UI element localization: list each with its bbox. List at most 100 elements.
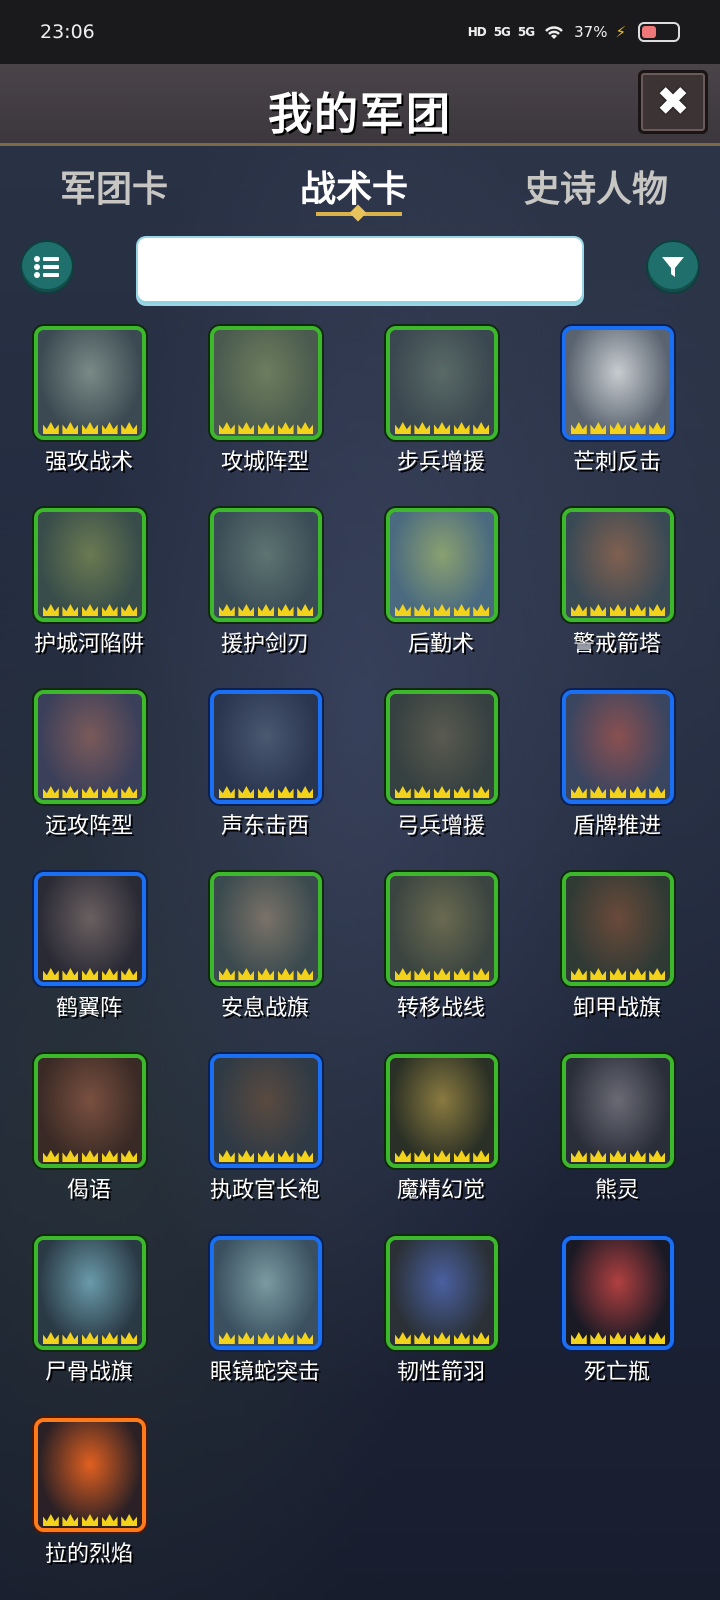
filter-button[interactable] [646,240,700,294]
crown-icon [238,786,255,798]
crown-icon [277,968,294,980]
crown-icon [473,968,490,980]
crown-icon [101,604,118,616]
crown-rating [390,780,494,800]
card-thumbnail [34,872,146,986]
card-label: 拉的烈焰 [44,1542,133,1567]
crown-rating [566,598,670,618]
tactic-card[interactable]: 芒刺反击 [542,320,692,480]
crown-icon [473,1332,490,1344]
signal-icon: 5G [493,25,511,39]
crown-icon [590,604,607,616]
crown-icon [218,1150,235,1162]
tactic-card[interactable]: 死亡瓶 [542,1230,692,1390]
hd-icon: HD [467,25,487,39]
card-label: 韧性箭羽 [396,1360,485,1385]
crown-icon [218,604,235,616]
crown-icon [42,786,59,798]
search-input[interactable] [138,238,582,304]
crown-icon [649,968,666,980]
tactic-card[interactable]: 偈语 [14,1048,164,1208]
crown-icon [238,968,255,980]
card-label: 执政官长袍 [209,1178,320,1203]
crown-icon [218,786,235,798]
tactic-card[interactable]: 攻城阵型 [190,320,340,480]
tab-tactic-cards[interactable]: 战术卡 [300,160,408,212]
crown-icon [297,1150,314,1162]
crown-icon [453,1332,470,1344]
tactic-card[interactable]: 安息战旗 [190,866,340,1026]
crown-icon [257,422,274,434]
tactic-card[interactable]: 警戒箭塔 [542,502,692,662]
card-thumbnail [562,1054,674,1168]
card-thumbnail [386,508,498,622]
crown-rating [566,1144,670,1164]
card-label: 魔精幻觉 [396,1178,485,1203]
crown-icon [218,1332,235,1344]
crown-icon [81,1150,98,1162]
crown-icon [473,1150,490,1162]
tactic-card[interactable]: 尸骨战旗 [14,1230,164,1390]
crown-icon [414,1150,431,1162]
tactic-card[interactable]: 鹤翼阵 [14,866,164,1026]
tactic-card[interactable]: 护城河陷阱 [14,502,164,662]
tactic-card[interactable]: 步兵增援 [366,320,516,480]
crown-icon [62,422,79,434]
page-title: 我的军团 [268,89,452,140]
crown-icon [649,422,666,434]
card-label: 护城河陷阱 [33,632,144,657]
crown-icon [81,1514,98,1526]
crown-icon [609,968,626,980]
card-thumbnail [386,1236,498,1350]
crown-icon [62,786,79,798]
crown-icon [570,1150,587,1162]
list-view-button[interactable] [20,240,74,294]
tactic-card[interactable]: 卸甲战旗 [542,866,692,1026]
crown-rating [38,1508,142,1528]
list-icon [34,256,59,278]
tactic-card[interactable]: 眼镜蛇突击 [190,1230,340,1390]
card-thumbnail [562,872,674,986]
card-thumbnail [210,690,322,804]
close-button[interactable]: ✖ [638,70,708,134]
crown-rating [214,598,318,618]
crown-icon [394,604,411,616]
tactic-card[interactable]: 远攻阵型 [14,684,164,844]
crown-rating [38,962,142,982]
tactic-card[interactable]: 弓兵增援 [366,684,516,844]
tactic-card[interactable]: 盾牌推进 [542,684,692,844]
crown-icon [649,604,666,616]
tactic-card[interactable]: 声东击西 [190,684,340,844]
tactic-card[interactable]: 执政官长袍 [190,1048,340,1208]
tactic-card[interactable]: 魔精幻觉 [366,1048,516,1208]
crown-icon [433,968,450,980]
crown-icon [570,968,587,980]
tactic-card[interactable]: 强攻战术 [14,320,164,480]
crown-icon [590,422,607,434]
crown-rating [38,1326,142,1346]
crown-icon [414,968,431,980]
tactic-card[interactable]: 援护剑刃 [190,502,340,662]
crown-icon [609,1150,626,1162]
card-thumbnail [562,326,674,440]
card-label: 尸骨战旗 [44,1360,133,1385]
crown-icon [277,786,294,798]
tactic-card[interactable]: 拉的烈焰 [14,1412,164,1572]
crown-icon [590,1332,607,1344]
card-label: 转移战线 [396,996,485,1021]
crown-icon [62,968,79,980]
crown-rating [390,598,494,618]
tactic-card[interactable]: 熊灵 [542,1048,692,1208]
crown-icon [297,1332,314,1344]
crown-icon [414,422,431,434]
card-label: 弓兵增援 [396,814,485,839]
tab-epic-characters[interactable]: 史诗人物 [524,160,668,212]
crown-icon [81,604,98,616]
tactic-card[interactable]: 转移战线 [366,866,516,1026]
tactic-card[interactable]: 韧性箭羽 [366,1230,516,1390]
tab-legion-cards[interactable]: 军团卡 [60,160,168,212]
crown-rating [390,1326,494,1346]
crown-icon [453,604,470,616]
card-label: 强攻战术 [44,450,133,475]
tactic-card[interactable]: 后勤术 [366,502,516,662]
